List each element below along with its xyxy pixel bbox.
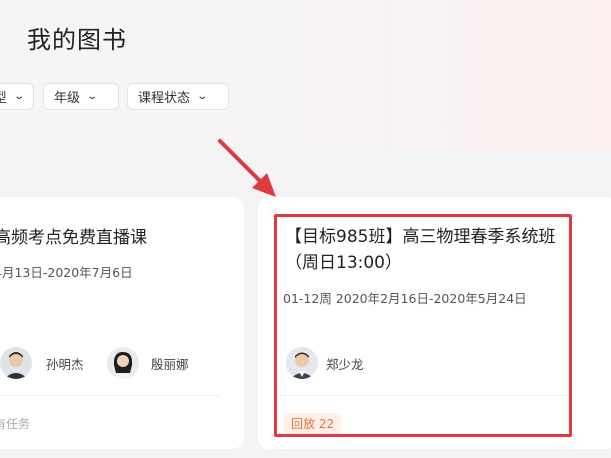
chevron-down-icon: ⌄ [86,91,99,102]
filter-label: 年级 [54,91,81,106]
task-status: 有任务 [0,417,31,431]
course-card[interactable]: 高频考点免费直播课 4月13日-2020年7月6日 孙明杰 殷丽娜 有任务 [0,197,244,449]
filter-type-dropdown[interactable]: 型 ⌄ [0,83,34,110]
teacher-name: 孙明杰 [46,357,84,372]
page-title: 我的图书 [27,26,127,54]
course-date: 4月13日-2020年7月6日 [0,265,133,280]
teacher-name: 殷丽娜 [151,357,189,372]
chevron-down-icon: ⌄ [196,91,209,102]
highlight-box [274,214,572,437]
chevron-down-icon: ⌄ [12,91,25,102]
filter-status-dropdown[interactable]: 课程状态 ⌄ [127,83,229,110]
course-title: 高频考点免费直播课 [0,228,147,248]
filter-grade-dropdown[interactable]: 年级 ⌄ [43,83,119,110]
filter-label: 课程状态 [138,91,191,106]
avatar [0,347,32,379]
filter-label: 型 [0,91,7,106]
arrow-pointer-icon [218,139,276,197]
avatar [107,347,139,379]
divider [0,395,220,396]
